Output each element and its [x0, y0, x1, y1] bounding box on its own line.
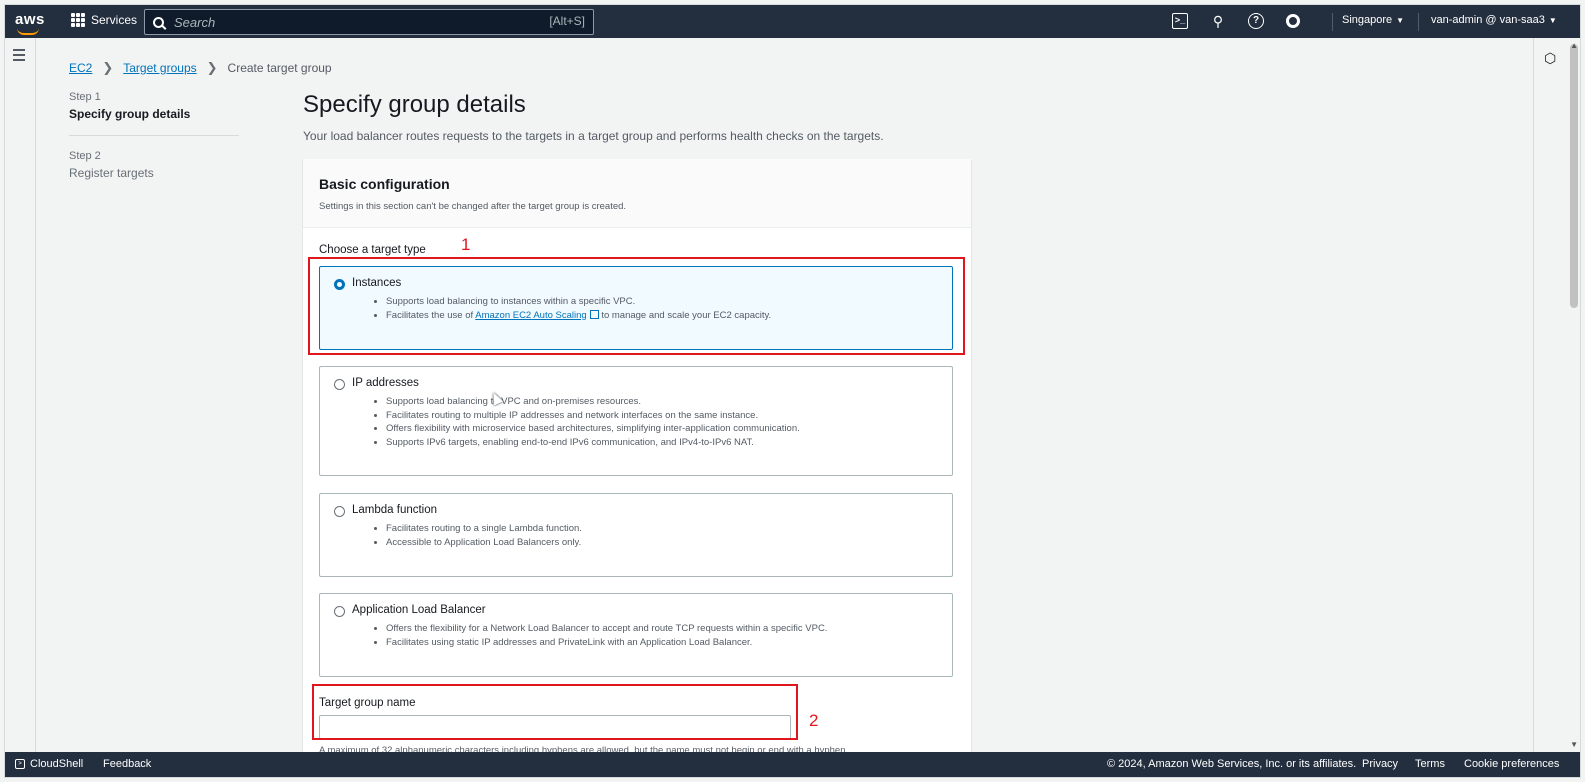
page-subtitle: Your load balancer routes requests to th…: [303, 129, 884, 143]
cloudshell-label: CloudShell: [30, 758, 84, 770]
aws-logo[interactable]: aws: [15, 11, 45, 35]
feedback-link[interactable]: Feedback: [103, 758, 151, 770]
tile-label: Application Load Balancer: [352, 604, 486, 616]
annotation-box-1: [308, 257, 965, 355]
chevron-right-icon: ❯: [102, 60, 114, 75]
breadcrumb-current: Create target group: [227, 61, 332, 75]
annotation-number-1: 1: [461, 235, 471, 254]
bullet: Facilitates routing to a single Lambda f…: [386, 522, 582, 536]
annotation-number-2: 2: [809, 711, 819, 730]
hexagon-info-icon[interactable]: ⬡: [1544, 50, 1556, 67]
scroll-up-icon[interactable]: ▲: [1570, 41, 1578, 50]
region-label: Singapore: [1342, 14, 1393, 26]
settings-gear-icon[interactable]: [1286, 14, 1300, 28]
target-type-alb-tile[interactable]: Application Load Balancer Offers the fle…: [319, 593, 953, 677]
services-menu-button[interactable]: Services: [71, 13, 137, 27]
caret-down-icon: ▼: [1548, 16, 1557, 25]
radio-lambda[interactable]: [334, 506, 345, 517]
wizard-steps: Step 1 Specify group details Step 2 Regi…: [69, 91, 239, 180]
bullet: Facilitates using static IP addresses an…: [386, 636, 827, 650]
radio-ip-addresses[interactable]: [334, 379, 345, 390]
hamburger-menu-icon[interactable]: [13, 49, 25, 64]
help-icon[interactable]: ?: [1248, 13, 1264, 29]
console-frame: aws Services [Alt+S] >_ ⚲ ? Singapore▼ v…: [4, 4, 1581, 778]
account-label: van-admin @ van-saa3: [1431, 14, 1545, 26]
account-menu[interactable]: van-admin @ van-saa3 ▼: [1431, 14, 1557, 26]
nav-separator: [1418, 13, 1419, 31]
cloudshell-button[interactable]: > CloudShell: [15, 758, 83, 770]
nav-icons: >_ ⚲ ?: [1172, 13, 1300, 29]
privacy-link[interactable]: Privacy: [1362, 758, 1398, 770]
radio-alb[interactable]: [334, 606, 345, 617]
left-panel-border: [35, 38, 36, 752]
search-bar[interactable]: [Alt+S]: [144, 9, 594, 35]
copyright-text: © 2024, Amazon Web Services, Inc. or its…: [1107, 758, 1357, 770]
bullet: Offers flexibility with microservice bas…: [386, 422, 800, 436]
vertical-scrollbar[interactable]: [1570, 44, 1578, 308]
step-2-title: Register targets: [69, 166, 154, 180]
aws-smile-icon: [17, 28, 39, 35]
search-icon: [153, 16, 164, 28]
terms-link[interactable]: Terms: [1415, 758, 1445, 770]
scroll-down-icon[interactable]: ▼: [1570, 740, 1578, 749]
services-label: Services: [91, 13, 138, 27]
bullet: Facilitates routing to multiple IP addre…: [386, 409, 800, 423]
footer: > CloudShell Feedback © 2024, Amazon Web…: [5, 752, 1580, 777]
aws-logo-text: aws: [15, 11, 45, 28]
breadcrumb-target-groups[interactable]: Target groups: [123, 61, 196, 75]
annotation-box-2: [312, 684, 798, 740]
panel-header: Basic configuration Settings in this sec…: [303, 159, 971, 228]
caret-down-icon: ▼: [1396, 16, 1405, 25]
cloudshell-icon[interactable]: >_: [1172, 13, 1188, 29]
nav-separator: [1332, 13, 1333, 31]
panel-description: Settings in this section can't be change…: [319, 201, 627, 212]
tile-bullets: Facilitates routing to a single Lambda f…: [366, 522, 582, 549]
panel-title: Basic configuration: [319, 176, 450, 192]
region-selector[interactable]: Singapore ▼: [1342, 14, 1404, 26]
tile-bullets: Supports load balancing to VPC and on-pr…: [366, 395, 800, 449]
bullet: Supports IPv6 targets, enabling end-to-e…: [386, 436, 800, 450]
target-type-label: Choose a target type: [319, 244, 426, 256]
step-1-title: Specify group details: [69, 107, 191, 121]
step-2-number: Step 2: [69, 150, 101, 162]
tile-label: Lambda function: [352, 504, 438, 516]
bullet: Supports load balancing to VPC and on-pr…: [386, 395, 800, 409]
notifications-bell-icon[interactable]: ⚲: [1210, 13, 1226, 29]
cookie-preferences-link[interactable]: Cookie preferences: [1464, 758, 1559, 770]
grid-icon: [71, 13, 85, 27]
step-divider: [69, 135, 239, 136]
tile-label: IP addresses: [352, 377, 419, 389]
target-type-lambda-tile[interactable]: Lambda function Facilitates routing to a…: [319, 493, 953, 577]
cloudshell-icon: >: [15, 759, 25, 769]
page-title: Specify group details: [303, 91, 526, 118]
chevron-right-icon: ❯: [206, 60, 218, 75]
breadcrumb-ec2[interactable]: EC2: [69, 61, 92, 75]
breadcrumb: EC2 ❯ Target groups ❯ Create target grou…: [69, 60, 332, 76]
target-type-ip-addresses-tile[interactable]: IP addresses Supports load balancing to …: [319, 366, 953, 476]
search-input[interactable]: [172, 13, 516, 31]
basic-configuration-panel: Basic configuration Settings in this sec…: [303, 159, 971, 759]
search-shortcut: [Alt+S]: [549, 14, 585, 28]
top-navigation: aws Services [Alt+S] >_ ⚲ ? Singapore▼ v…: [5, 5, 1580, 38]
step-1-number: Step 1: [69, 91, 101, 103]
bullet: Offers the flexibility for a Network Loa…: [386, 622, 827, 636]
tile-bullets: Offers the flexibility for a Network Loa…: [366, 622, 827, 649]
bullet: Accessible to Application Load Balancers…: [386, 536, 582, 550]
